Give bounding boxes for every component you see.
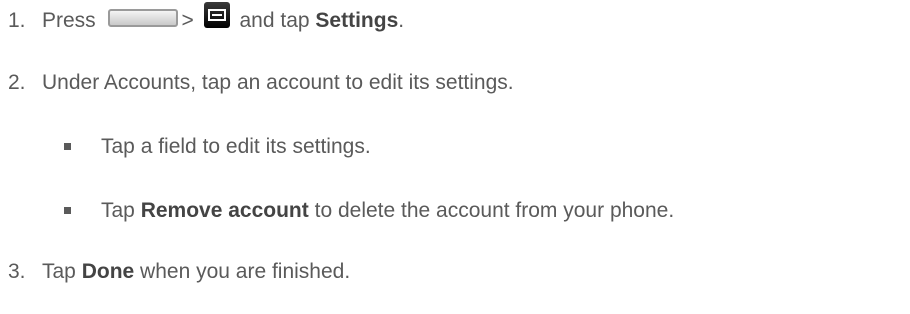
done-label: Done (81, 260, 135, 283)
step-text: when you are finished. (140, 260, 351, 283)
step-number: 1. (8, 9, 26, 32)
bullet-icon (64, 143, 71, 150)
step-text: and tap (239, 9, 310, 32)
bullet-text: Tap a field to edit its settings. (101, 135, 371, 158)
step-number: 2. (8, 71, 26, 94)
step-text: . (398, 9, 405, 32)
step-text: Press (42, 9, 96, 32)
step-3: 3. Tap Done when you are finished. (8, 259, 350, 285)
settings-label: Settings (315, 9, 399, 32)
home-key-icon (107, 9, 178, 28)
step-number: 3. (8, 260, 26, 283)
step-text: > (181, 9, 194, 32)
bullet-text: to delete the account from your phone. (314, 199, 675, 222)
step-2: 2. Under Accounts, tap an account to edit… (8, 70, 514, 96)
menu-key-icon (203, 2, 230, 29)
bullet-text: Tap (101, 199, 135, 222)
remove-account-label: Remove account (140, 199, 309, 222)
bullet-2: Tap Remove account to delete the account… (101, 198, 674, 224)
bullet-1: Tap a field to edit its settings. (101, 134, 371, 160)
bullet-icon (64, 207, 71, 214)
step-1: 1. Press > and tap Settings. (8, 2, 405, 34)
step-text: Under Accounts, tap an account to edit i… (42, 71, 514, 94)
step-text: Tap (42, 260, 76, 283)
